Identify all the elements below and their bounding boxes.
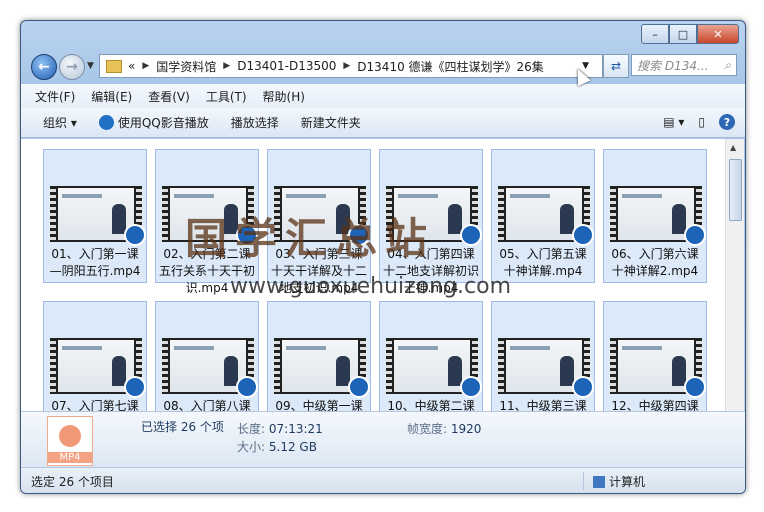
watermark-url: www.guoxuehuizong.com: [230, 274, 512, 299]
search-input[interactable]: 搜索 D134... ⌕: [631, 54, 737, 76]
video-thumbnail: [610, 338, 706, 398]
frame-width-value: 1920: [450, 422, 482, 436]
qq-player-icon: [684, 224, 706, 246]
file-name: 09、中级第一课: [275, 399, 363, 411]
video-thumbnail: [50, 338, 146, 398]
menu-help[interactable]: 帮助(H): [263, 88, 305, 105]
qq-player-icon: [572, 376, 594, 398]
chevron-right-icon[interactable]: ▶: [142, 61, 149, 71]
file-item[interactable]: 11、中级第三课: [491, 301, 595, 411]
file-name: 10、中级第二课: [387, 399, 475, 411]
size-value: 5.12 GB: [268, 440, 317, 454]
organize-button[interactable]: 组织 ▾: [43, 114, 77, 131]
window-controls: – □ ✕: [641, 24, 739, 44]
film-reel-icon: [59, 425, 81, 447]
file-item[interactable]: 12、中级第四课: [603, 301, 707, 411]
file-type-label: MP4: [48, 452, 92, 463]
breadcrumb-item[interactable]: 国学资料馆: [156, 58, 216, 75]
frame-width-label: 帧宽度:: [407, 422, 448, 436]
file-item[interactable]: 10、中级第二课: [379, 301, 483, 411]
help-icon[interactable]: ?: [719, 114, 735, 130]
menu-edit[interactable]: 编辑(E): [91, 88, 132, 105]
play-selection-button[interactable]: 播放选择: [231, 114, 279, 131]
length-value: 07:13:21: [268, 422, 323, 436]
breadcrumb-overflow[interactable]: «: [128, 59, 135, 73]
video-thumbnail: [498, 338, 594, 398]
scroll-up-icon[interactable]: ▲: [730, 143, 736, 152]
view-options-icon[interactable]: ▤ ▾: [663, 115, 684, 129]
length-label: 长度:: [237, 422, 266, 436]
folder-icon: [106, 59, 122, 73]
maximize-button[interactable]: □: [669, 24, 697, 44]
status-text: 选定 26 个项目: [31, 475, 114, 489]
file-name: 11、中级第三课: [499, 399, 587, 411]
search-icon[interactable]: ⌕: [724, 58, 731, 73]
file-item[interactable]: 06、入门第六课十神详解2.mp4: [603, 149, 707, 283]
selection-count: 已选择 26 个项: [141, 420, 224, 434]
qq-player-icon: [348, 376, 370, 398]
search-placeholder: 搜索 D134...: [637, 58, 709, 73]
qq-player-icon: [98, 115, 114, 130]
chevron-right-icon[interactable]: ▶: [223, 61, 230, 71]
watermark-text: 国学汇总站: [185, 214, 436, 263]
file-item[interactable]: 05、入门第五课十神详解.mp4: [491, 149, 595, 283]
qq-player-icon: [124, 376, 146, 398]
video-thumbnail: [610, 186, 706, 246]
menu-view[interactable]: 查看(V): [148, 88, 190, 105]
qq-player-icon: [124, 224, 146, 246]
breadcrumb-item[interactable]: D13401-D13500: [237, 59, 336, 73]
scrollbar-thumb[interactable]: [729, 159, 742, 221]
video-thumbnail: [386, 338, 482, 398]
navigation-bar: ← → ▼ « ▶ 国学资料馆 ▶ D13401-D13500 ▶ D13410…: [21, 51, 745, 81]
computer-icon: [593, 475, 605, 488]
video-thumbnail: [274, 338, 370, 398]
new-folder-button[interactable]: 新建文件夹: [301, 114, 361, 131]
status-bar: 选定 26 个项目 计算机: [21, 467, 745, 493]
file-item[interactable]: 01、入门第一课—阴阳五行.mp4: [43, 149, 147, 283]
qq-player-icon: [572, 224, 594, 246]
details-pane: MP4 已选择 26 个项 长度: 07:13:21 帧宽度: 1920 大小:…: [21, 411, 745, 468]
file-name: 01、入门第一课—阴阳五行.mp4: [49, 247, 141, 278]
file-name: 08、入门第八课: [163, 399, 251, 411]
recent-pages-dropdown[interactable]: ▼: [87, 61, 94, 71]
status-location: 计算机: [609, 475, 646, 489]
chevron-right-icon[interactable]: ▶: [343, 61, 350, 71]
breadcrumb-item[interactable]: D13410 德谦《四柱谋划学》26集: [357, 58, 544, 75]
qq-player-icon: [236, 376, 258, 398]
qq-player-icon: [460, 376, 482, 398]
play-qq-button[interactable]: 使用QQ影音播放: [98, 114, 209, 131]
preview-pane-icon[interactable]: ▯: [698, 115, 705, 129]
mp4-file-icon: MP4: [47, 416, 93, 466]
file-item[interactable]: 09、中级第一课: [267, 301, 371, 411]
address-bar[interactable]: « ▶ 国学资料馆 ▶ D13401-D13500 ▶ D13410 德谦《四柱…: [99, 54, 603, 78]
menu-bar: 文件(F) 编辑(E) 查看(V) 工具(T) 帮助(H): [21, 84, 745, 108]
command-bar: 组织 ▾ 使用QQ影音播放 播放选择 新建文件夹 ▤ ▾ ▯ ?: [21, 108, 745, 138]
size-label: 大小:: [237, 440, 266, 454]
qq-player-icon: [684, 376, 706, 398]
minimize-button[interactable]: –: [641, 24, 669, 44]
vertical-scrollbar[interactable]: ▲: [725, 139, 744, 411]
file-name: 12、中级第四课: [611, 399, 699, 411]
qq-player-icon: [460, 224, 482, 246]
file-name: 06、入门第六课十神详解2.mp4: [611, 247, 699, 278]
close-button[interactable]: ✕: [697, 24, 739, 44]
video-thumbnail: [50, 186, 146, 246]
video-thumbnail: [162, 338, 258, 398]
file-item[interactable]: 08、入门第八课: [155, 301, 259, 411]
menu-tools[interactable]: 工具(T): [206, 88, 247, 105]
refresh-button[interactable]: ⇄: [603, 54, 629, 78]
file-item[interactable]: 07、入门第七课: [43, 301, 147, 411]
back-button[interactable]: ←: [31, 54, 57, 80]
forward-button[interactable]: →: [59, 54, 85, 80]
menu-file[interactable]: 文件(F): [35, 88, 75, 105]
video-thumbnail: [498, 186, 594, 246]
play-qq-label: 使用QQ影音播放: [117, 116, 209, 130]
file-name: 07、入门第七课: [51, 399, 139, 411]
status-divider: [583, 472, 584, 490]
